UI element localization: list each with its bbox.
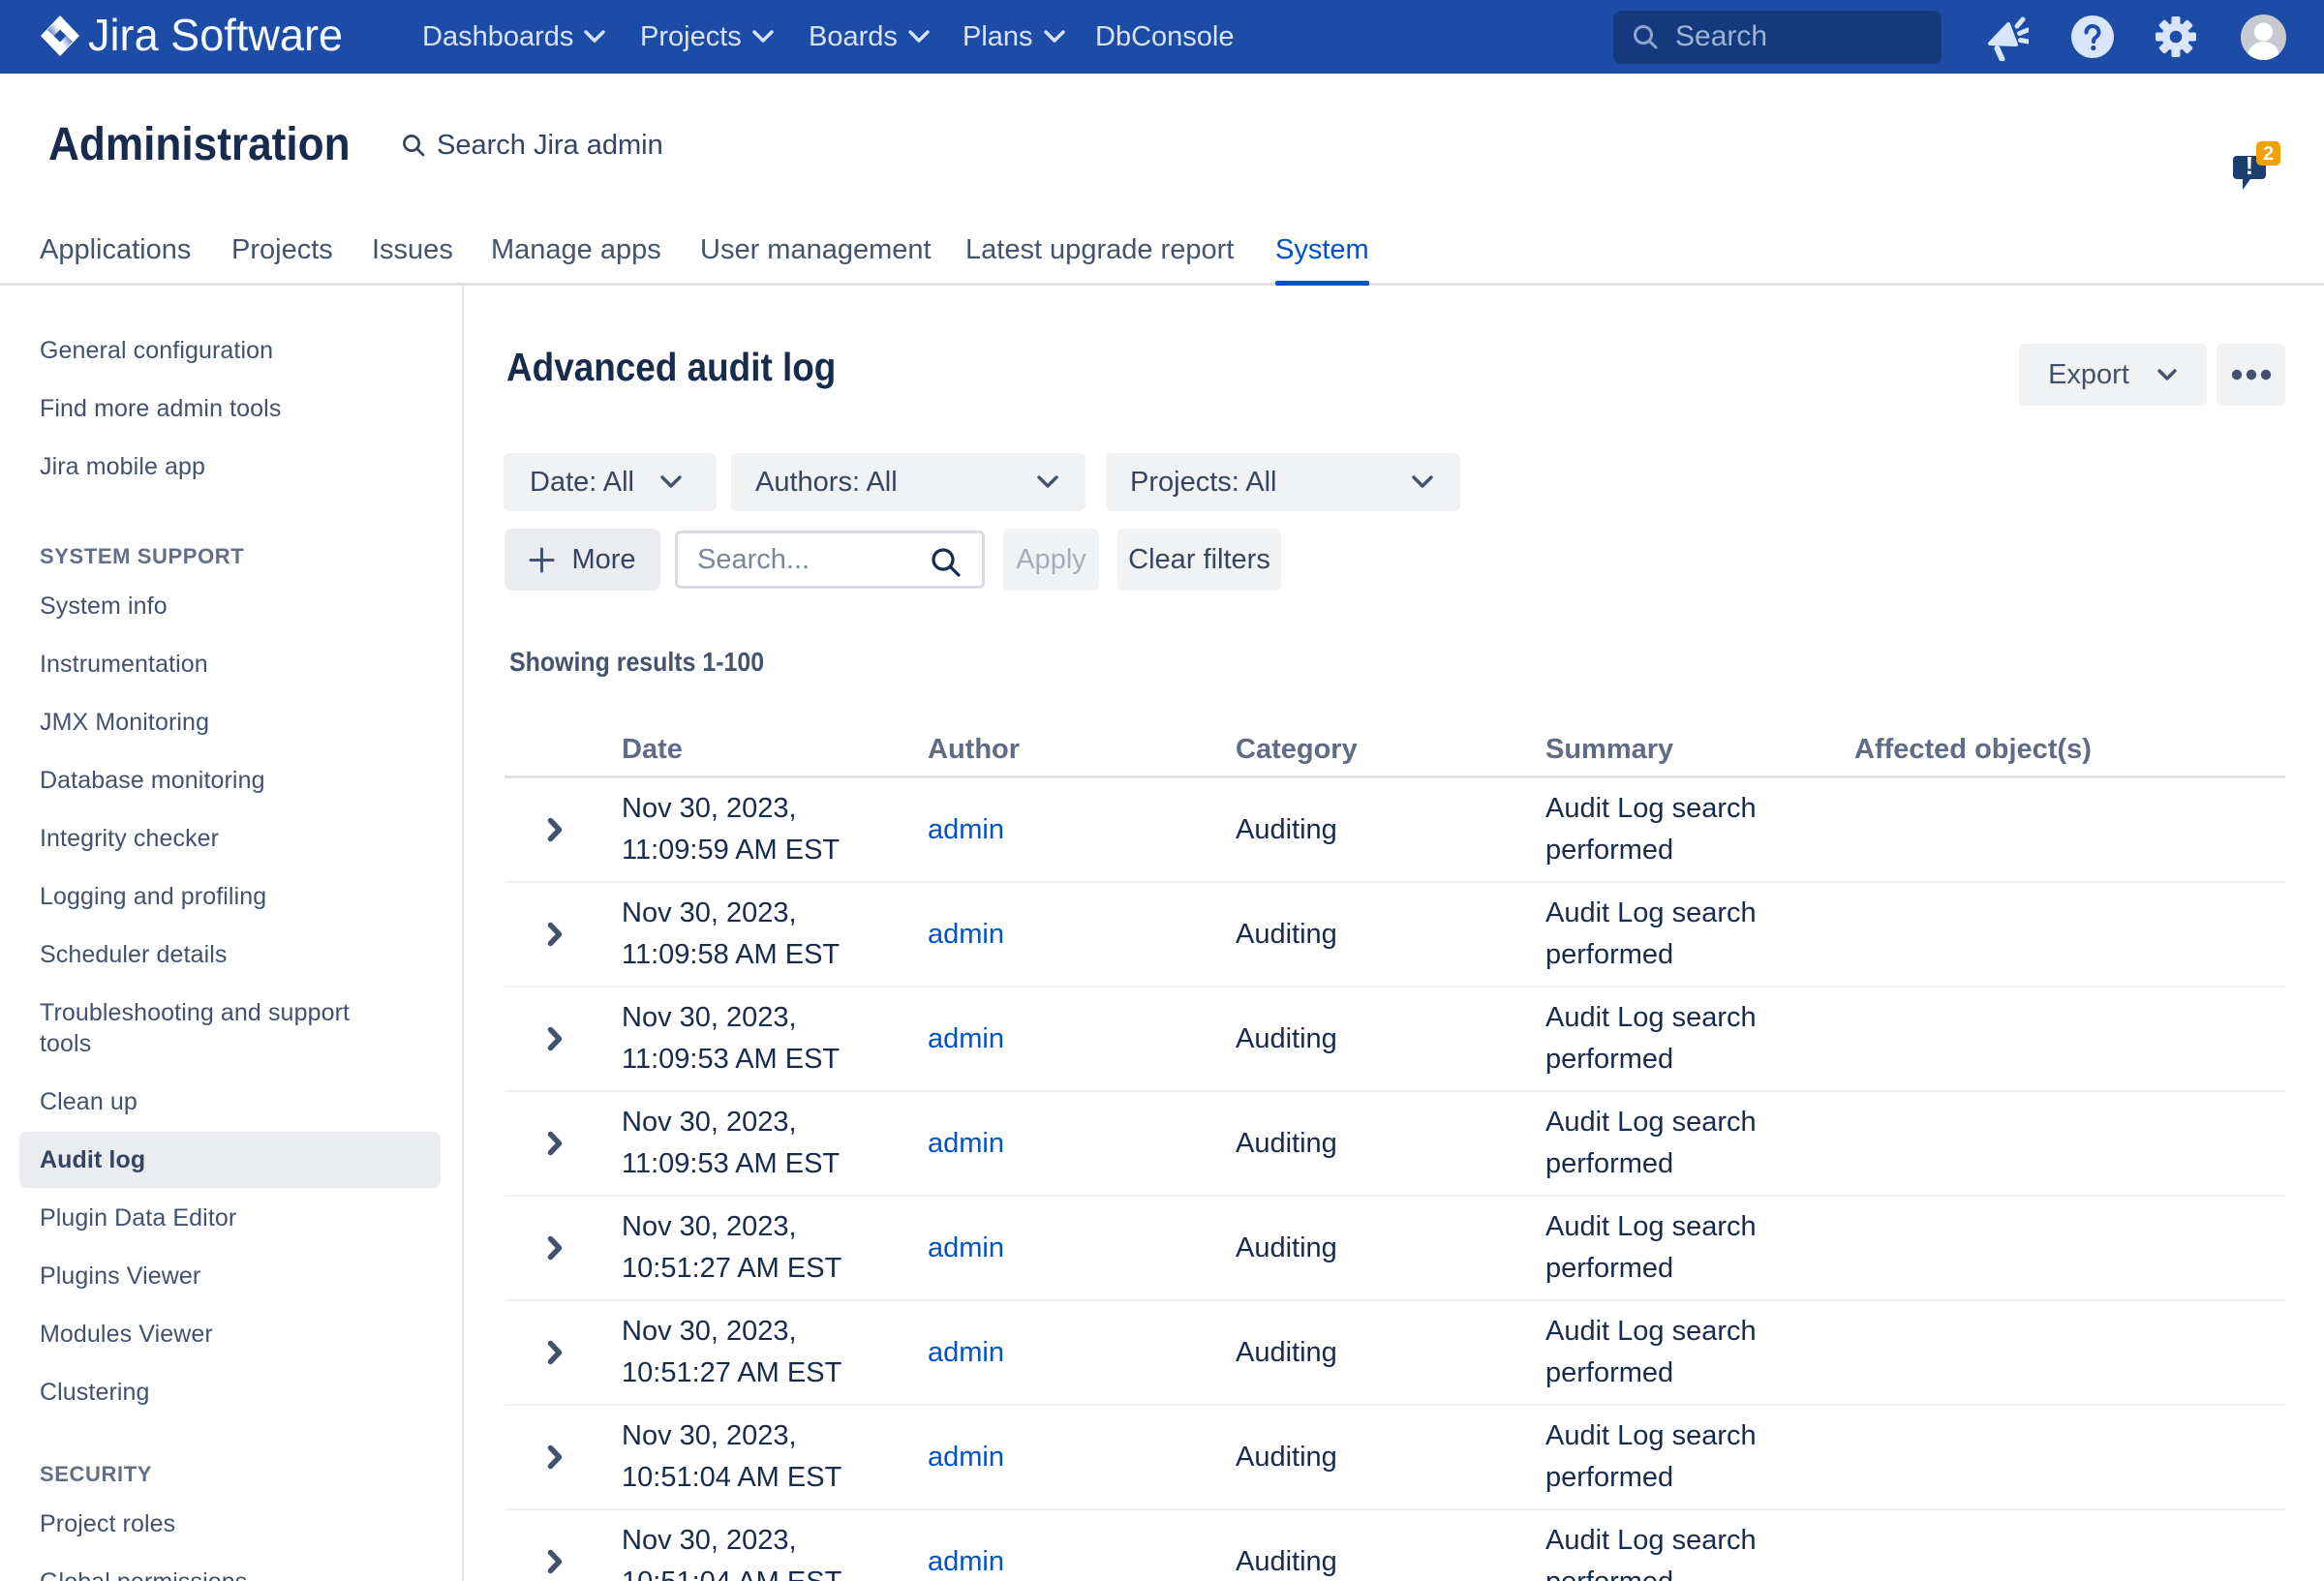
- svg-text:!: !: [2246, 151, 2254, 180]
- svg-text:2: 2: [2263, 143, 2274, 165]
